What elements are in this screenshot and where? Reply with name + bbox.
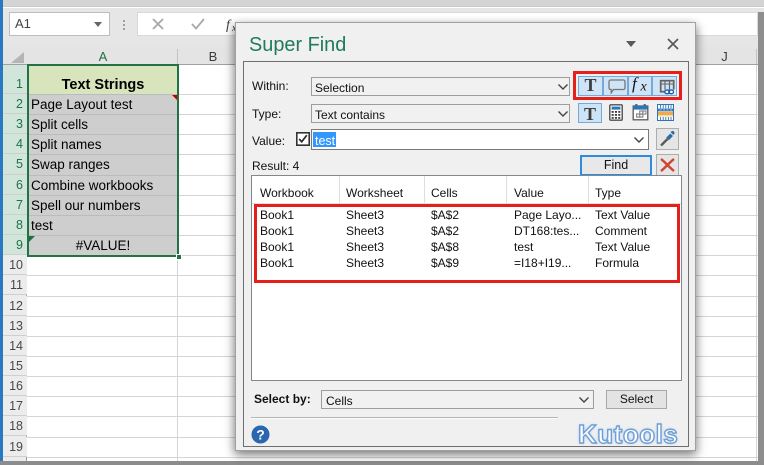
svg-text:?: ? (256, 426, 265, 442)
